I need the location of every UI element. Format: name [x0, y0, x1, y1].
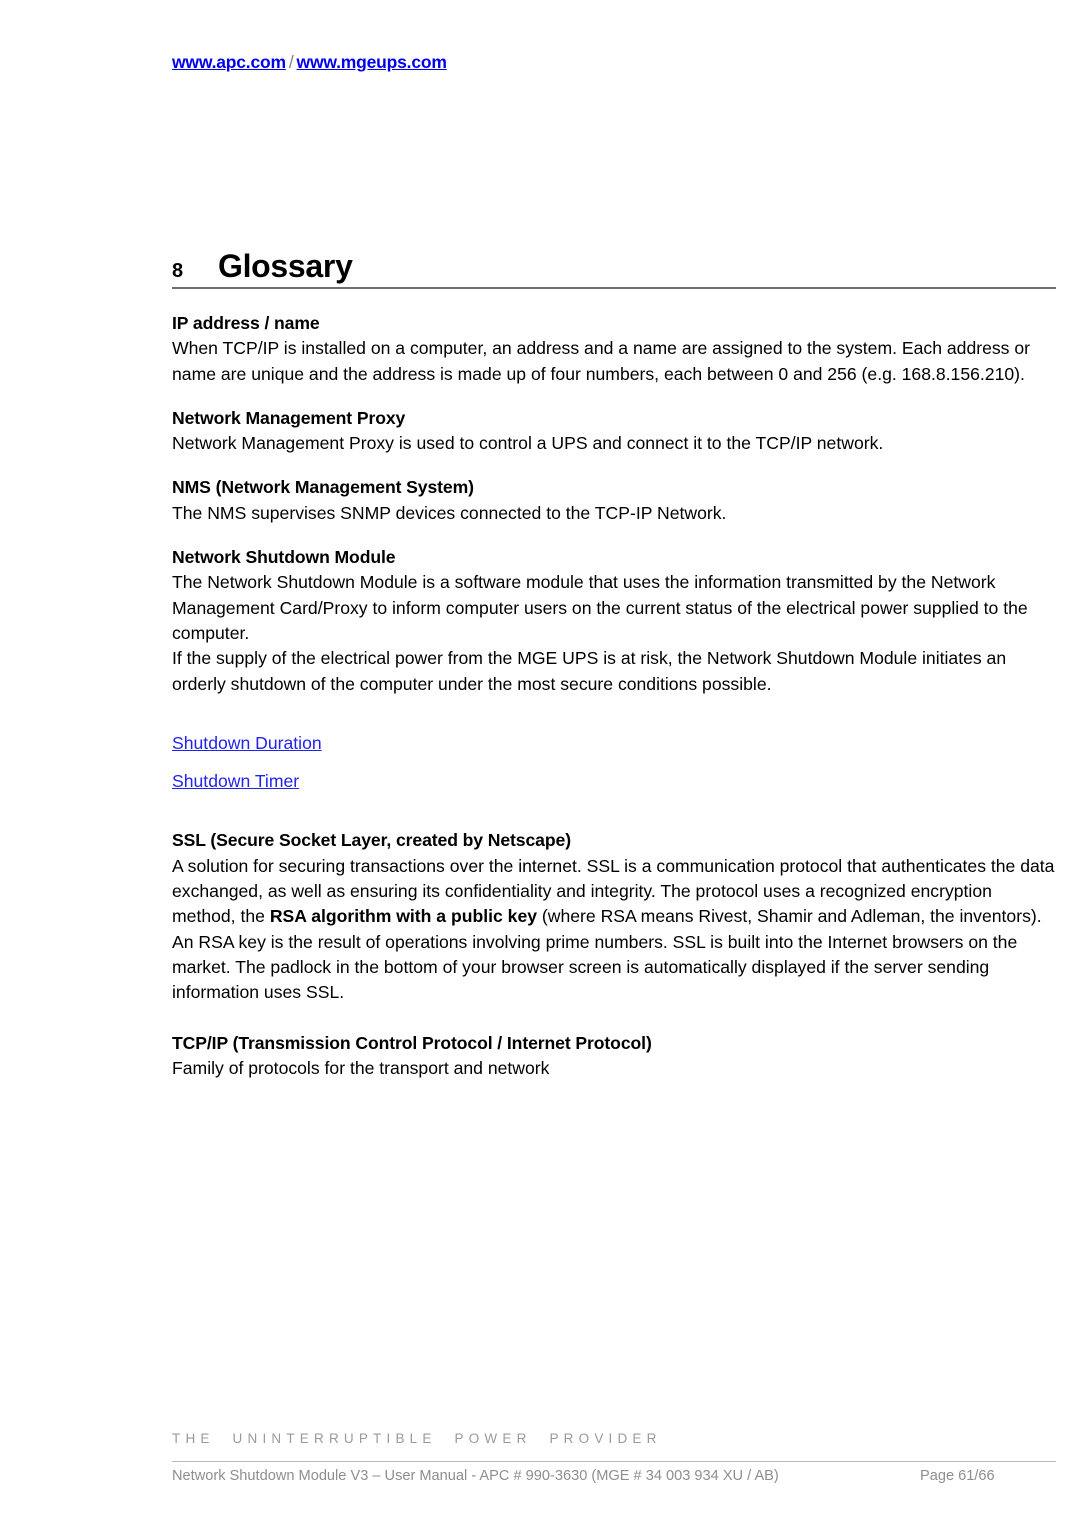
glossary-entry-network-shutdown-module: Network Shutdown Module The Network Shut…: [172, 545, 1056, 697]
glossary-term: Network Management Proxy: [172, 407, 406, 428]
apc-website-link[interactable]: www.apc.com: [172, 52, 286, 72]
chapter-heading-line: 8 Glossary: [172, 248, 1056, 284]
document-page: www.apc.com / www.mgeups.com 8 Glossary IP…: [0, 0, 1080, 1528]
link-shutdown-duration[interactable]: Shutdown Duration: [172, 733, 322, 753]
footer-page-number: Page 61/66: [920, 1468, 995, 1484]
glossary-definition-paragraph-1: The Network Shutdown Module is a softwar…: [172, 572, 1028, 643]
glossary-definition: A solution for securing transactions ove…: [172, 854, 1056, 1006]
glossary-definition-paragraph-2: If the supply of the electrical power fr…: [172, 648, 1007, 694]
glossary-term: SSL (Secure Socket Layer, created by Net…: [172, 830, 571, 851]
header-links: www.apc.com / www.mgeups.com: [172, 52, 447, 73]
glossary-definition: Network Management Proxy is used to cont…: [172, 433, 884, 454]
chapter-number: 8: [172, 260, 184, 282]
definition-emphasis: RSA algorithm with a public key: [269, 906, 538, 927]
chapter-heading: 8 Glossary: [172, 248, 1056, 289]
footer-document-info: Network Shutdown Module V3 – User Manual…: [172, 1468, 779, 1484]
header-separator: /: [288, 52, 294, 72]
link-shutdown-timer[interactable]: Shutdown Timer: [172, 771, 299, 791]
glossary-term: TCP/IP (Transmission Control Protocol / …: [172, 1032, 652, 1053]
glossary-entry-ssl: SSL (Secure Socket Layer, created by Net…: [172, 828, 1056, 1005]
glossary-entry-tcp-ip: TCP/IP (Transmission Control Protocol / …: [172, 1031, 1056, 1082]
cross-reference-row: Shutdown Duration: [172, 731, 1056, 756]
glossary-content: IP address / name When TCP/IP is install…: [172, 311, 1056, 1081]
footer-divider: [172, 1461, 1056, 1462]
glossary-term: Network Shutdown Module: [172, 547, 396, 568]
cross-reference-row: Shutdown Timer: [172, 769, 1056, 794]
glossary-entry-network-management-proxy: Network Management Proxy Network Managem…: [172, 406, 1056, 457]
footer-tagline: THE UNINTERRUPTIBLE POWER PROVIDER: [172, 1431, 662, 1446]
page-title: Glossary: [218, 248, 353, 284]
glossary-definition: When TCP/IP is installed on a computer, …: [172, 338, 1031, 384]
cross-reference-list: Shutdown Duration Shutdown Timer: [172, 731, 1056, 795]
chapter-divider: [172, 286, 1056, 289]
glossary-entry-nms: NMS (Network Management System) The NMS …: [172, 475, 1056, 526]
glossary-term: IP address / name: [172, 313, 320, 333]
glossary-definition: The NMS supervises SNMP devices connecte…: [172, 502, 727, 523]
glossary-definition: Family of protocols for the transport an…: [172, 1057, 550, 1078]
glossary-entry-ip-address: IP address / name When TCP/IP is install…: [172, 311, 1056, 387]
mgeups-website-link[interactable]: www.mgeups.com: [297, 52, 447, 72]
glossary-term: NMS (Network Management System): [172, 477, 474, 498]
